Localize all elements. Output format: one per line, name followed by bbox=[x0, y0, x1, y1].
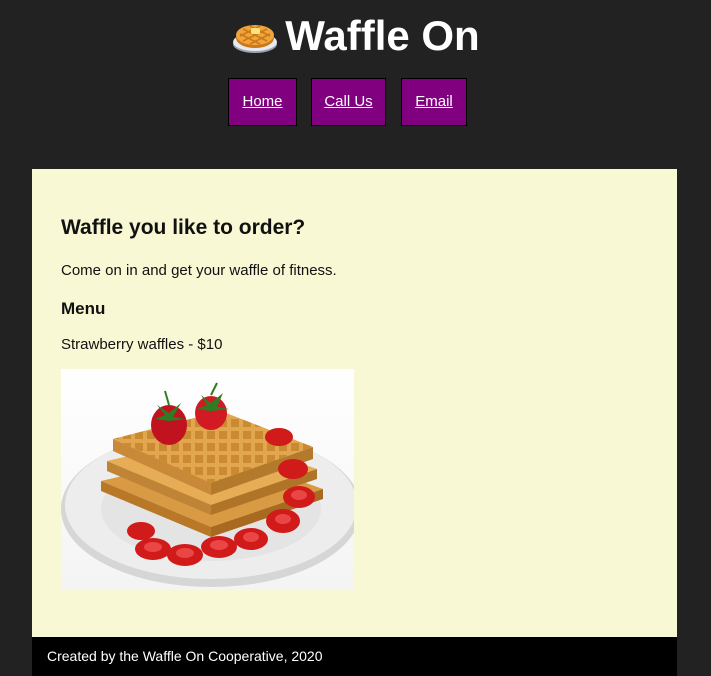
footer-text: Created by the Waffle On Cooperative, 20… bbox=[47, 648, 323, 664]
nav-email-link[interactable]: Email bbox=[401, 78, 467, 126]
intro-text: Come on in and get your waffle of fitnes… bbox=[61, 262, 337, 279]
menu-item-strawberry-waffles: Strawberry waffles - $10 bbox=[61, 336, 223, 353]
strawberry-waffles-photo bbox=[61, 369, 354, 589]
menu-heading: Menu bbox=[61, 299, 106, 318]
site-footer: Created by the Waffle On Cooperative, 20… bbox=[32, 637, 677, 676]
site-title-text: Waffle On bbox=[285, 12, 480, 59]
site-title: Waffle On bbox=[0, 10, 711, 62]
site-header: Waffle On Home Call Us Email bbox=[0, 0, 711, 169]
waffle-icon bbox=[233, 24, 278, 53]
main-nav: Home Call Us Email bbox=[0, 78, 711, 126]
main-content: Waffle you like to order? Come on in and… bbox=[32, 169, 677, 637]
nav-call-us-link[interactable]: Call Us bbox=[311, 78, 386, 126]
order-heading: Waffle you like to order? bbox=[61, 216, 306, 239]
nav-home-link[interactable]: Home bbox=[228, 78, 297, 126]
